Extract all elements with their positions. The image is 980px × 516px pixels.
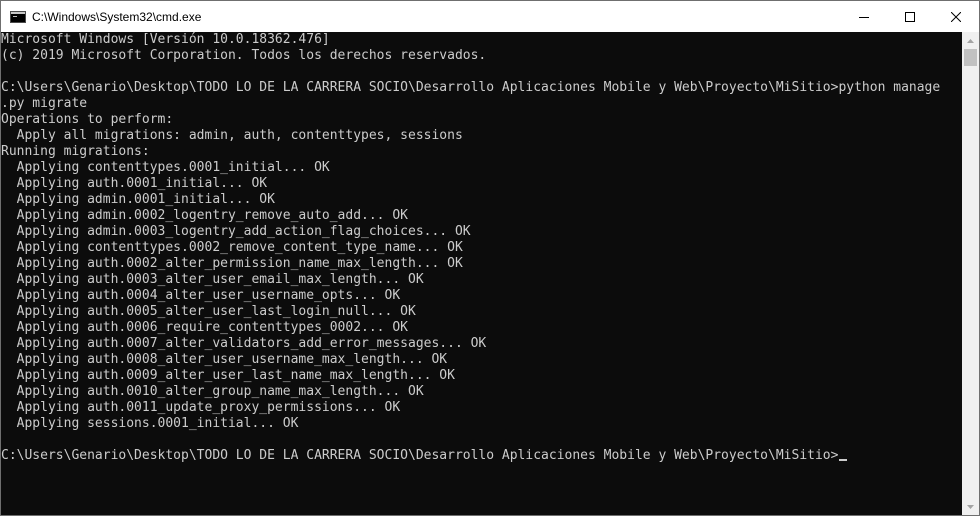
console-line: Microsoft Windows [Versión 10.0.18362.47…	[1, 32, 330, 47]
close-button[interactable]	[933, 1, 979, 32]
console-line: Running migrations:	[1, 144, 150, 159]
console-line: Applying auth.0003_alter_user_email_max_…	[1, 272, 424, 287]
console-line: Applying contenttypes.0001_initial... OK	[1, 160, 330, 175]
console-line: Applying auth.0010_alter_group_name_max_…	[1, 384, 424, 399]
text-cursor	[839, 459, 848, 461]
console-line: Apply all migrations: admin, auth, conte…	[1, 128, 463, 143]
command-prompt: C:\Users\Genario\Desktop\TODO LO DE LA C…	[1, 448, 839, 463]
chevron-up-icon	[967, 38, 974, 43]
scroll-down-button[interactable]	[962, 498, 979, 515]
scroll-up-button[interactable]	[962, 32, 979, 49]
console-line: Applying auth.0007_alter_validators_add_…	[1, 336, 487, 351]
console-line: .py migrate	[1, 96, 88, 111]
console-line: Applying auth.0001_initial... OK	[1, 176, 268, 191]
maximize-icon	[905, 11, 915, 22]
minimize-button[interactable]	[841, 1, 887, 32]
console-line: Operations to perform:	[1, 112, 174, 127]
console-line: Applying auth.0004_alter_user_username_o…	[1, 288, 401, 303]
console-line: Applying auth.0008_alter_user_username_m…	[1, 352, 448, 367]
console-line: Applying auth.0006_require_contenttypes_…	[1, 320, 408, 335]
console-line: Applying sessions.0001_initial... OK	[1, 416, 299, 431]
console-line: Applying auth.0002_alter_permission_name…	[1, 256, 463, 271]
close-icon	[951, 11, 961, 22]
console-line: Applying admin.0003_logentry_add_action_…	[1, 224, 471, 239]
console-output[interactable]: Microsoft Windows [Versión 10.0.18362.47…	[1, 32, 962, 515]
console-line: Applying auth.0011_update_proxy_permissi…	[1, 400, 401, 415]
console-line: Applying auth.0009_alter_user_last_name_…	[1, 368, 455, 383]
vertical-scrollbar[interactable]	[962, 32, 979, 515]
title-bar[interactable]: C:\Windows\System32\cmd.exe	[1, 1, 979, 32]
console-line: Applying auth.0005_alter_user_last_login…	[1, 304, 416, 319]
console-line: Applying contenttypes.0002_remove_conten…	[1, 240, 463, 255]
minimize-icon	[859, 16, 869, 18]
cmd-window: C:\Windows\System32\cmd.exe Microsoft Wi…	[0, 0, 980, 516]
console-line: (c) 2019 Microsoft Corporation. Todos lo…	[1, 48, 487, 63]
cmd-icon[interactable]	[10, 10, 26, 23]
scroll-thumb[interactable]	[964, 49, 977, 66]
maximize-button[interactable]	[887, 1, 933, 32]
prompt-line[interactable]: C:\Users\Genario\Desktop\TODO LO DE LA C…	[1, 448, 962, 464]
console-line: Applying admin.0002_logentry_remove_auto…	[1, 208, 408, 223]
console-line: Applying admin.0001_initial... OK	[1, 192, 275, 207]
console-line: C:\Users\Genario\Desktop\TODO LO DE LA C…	[1, 80, 941, 95]
chevron-down-icon	[967, 504, 974, 509]
window-title: C:\Windows\System32\cmd.exe	[32, 9, 202, 24]
